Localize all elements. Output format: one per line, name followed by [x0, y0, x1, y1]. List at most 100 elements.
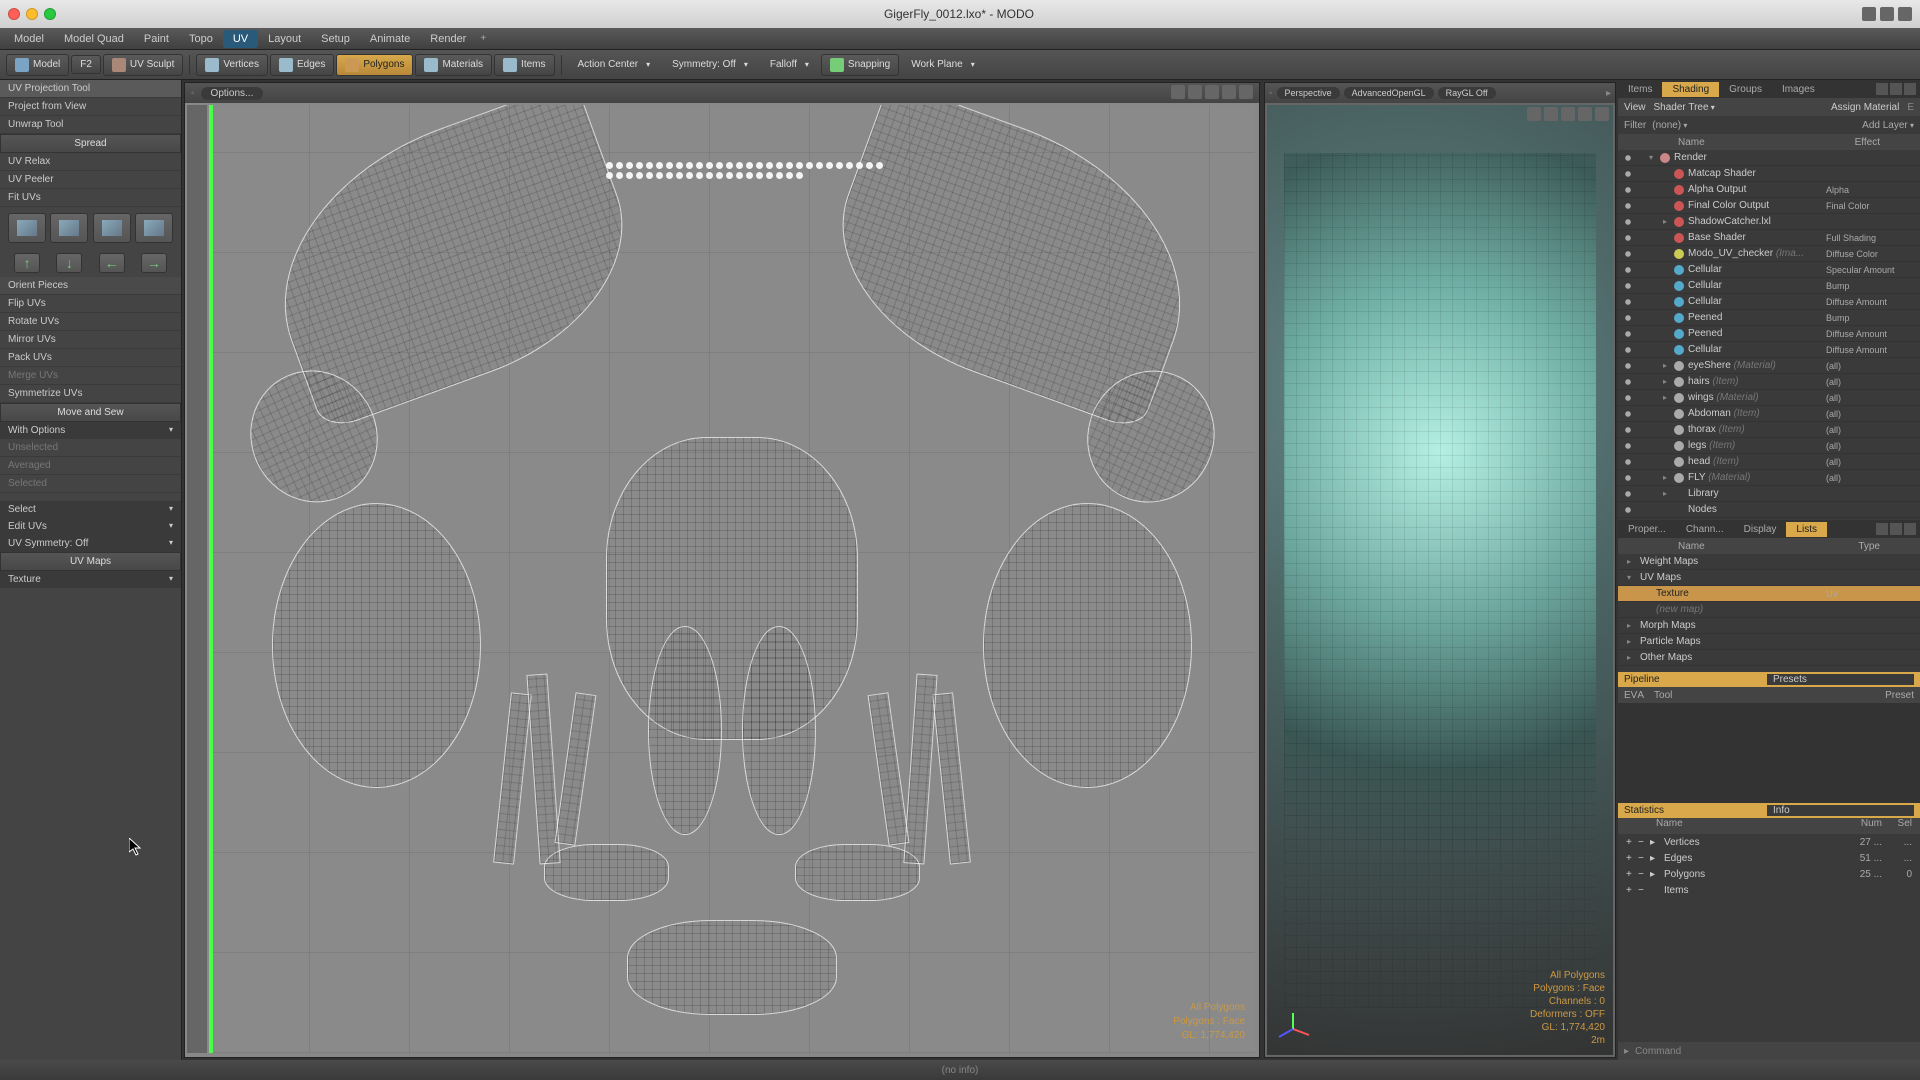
visibility-icon[interactable] — [1622, 264, 1634, 276]
shader-row[interactable]: thorax (Item)(all) — [1618, 422, 1920, 438]
shader-row[interactable]: CellularDiffuse Amount — [1618, 342, 1920, 358]
flip-uvs[interactable]: Flip UVs — [0, 295, 181, 313]
shader-row[interactable]: ▸wings (Material)(all) — [1618, 390, 1920, 406]
visibility-icon[interactable] — [1622, 248, 1634, 260]
mirror-uvs[interactable]: Mirror UVs — [0, 331, 181, 349]
add-layer-dropdown[interactable]: Add Layer — [1862, 120, 1914, 131]
uv-options-dropdown[interactable]: Options... — [201, 87, 264, 100]
layout-tab-animate[interactable]: Animate — [360, 30, 420, 48]
tab-images[interactable]: Images — [1772, 82, 1825, 97]
materials-button[interactable]: Materials — [415, 54, 492, 76]
visibility-icon[interactable] — [1622, 232, 1634, 244]
shader-row[interactable]: PeenedDiffuse Amount — [1618, 326, 1920, 342]
shader-row[interactable]: ▸ShadowCatcher.lxl — [1618, 214, 1920, 230]
merge-uvs[interactable]: Merge UVs — [0, 367, 181, 385]
list-row[interactable]: ▸Morph Maps — [1618, 618, 1920, 634]
select-dropdown[interactable]: Select — [0, 501, 181, 518]
perspective-viewport[interactable]: ◦ Perspective AdvancedOpenGL RayGL Off ▸ — [1264, 82, 1616, 1058]
symmetrize-uvs[interactable]: Symmetrize UVs — [0, 385, 181, 403]
maximize-icon[interactable] — [1595, 107, 1609, 121]
layout-tab-model-quad[interactable]: Model Quad — [54, 30, 134, 48]
stats-row[interactable]: +−Items — [1618, 882, 1920, 898]
project-from-view[interactable]: Project from View — [0, 98, 181, 116]
tab-proper[interactable]: Proper... — [1618, 522, 1676, 537]
shader-row[interactable]: CellularSpecular Amount — [1618, 262, 1920, 278]
shader-tree[interactable]: ▾RenderMatcap ShaderAlpha OutputAlphaFin… — [1618, 150, 1920, 520]
spread-button[interactable]: Spread — [0, 134, 181, 153]
pipeline-tab[interactable]: Pipeline — [1624, 674, 1765, 685]
window-control-icon[interactable] — [1880, 7, 1894, 21]
visibility-icon[interactable] — [1622, 456, 1634, 468]
fit-icon[interactable] — [1578, 107, 1592, 121]
shader-row[interactable]: legs (Item)(all) — [1618, 438, 1920, 454]
items-button[interactable]: Items — [494, 54, 554, 76]
visibility-icon[interactable] — [1622, 296, 1634, 308]
visibility-icon[interactable] — [1622, 488, 1634, 500]
workplane-dropdown[interactable]: Work Plane — [901, 56, 985, 73]
action-center-dropdown[interactable]: Action Center — [568, 56, 661, 73]
align-tool-3[interactable] — [93, 213, 131, 243]
shader-row[interactable]: ▸Library — [1618, 486, 1920, 502]
pan-icon[interactable] — [1171, 85, 1185, 99]
visibility-icon[interactable] — [1622, 152, 1634, 164]
visibility-icon[interactable] — [1622, 424, 1634, 436]
with-options-dropdown[interactable]: With Options — [0, 422, 181, 439]
polygons-button[interactable]: Polygons — [336, 54, 413, 76]
window-control-icon[interactable] — [1898, 7, 1912, 21]
texture-dropdown[interactable]: Texture — [0, 571, 181, 588]
layout-tab-paint[interactable]: Paint — [134, 30, 179, 48]
lists-tree[interactable]: ▸Weight Maps▾UV MapsTextureUV(new map)▸M… — [1618, 554, 1920, 672]
shader-row[interactable]: ▸hairs (Item)(all) — [1618, 374, 1920, 390]
edit-uvs-dropdown[interactable]: Edit UVs — [0, 518, 181, 535]
stats-row[interactable]: +−▸Edges51 ...... — [1618, 850, 1920, 866]
move-and-sew[interactable]: Move and Sew — [0, 403, 181, 422]
shader-row[interactable]: Final Color OutputFinal Color — [1618, 198, 1920, 214]
edges-button[interactable]: Edges — [270, 54, 334, 76]
persp-shading-dropdown[interactable]: AdvancedOpenGL — [1344, 87, 1434, 99]
persp-canvas[interactable]: All Polygons Polygons : Face Channels : … — [1267, 105, 1613, 1055]
panel-expand-icon[interactable] — [1876, 83, 1888, 95]
shader-row[interactable]: head (Item)(all) — [1618, 454, 1920, 470]
shader-row[interactable]: Base ShaderFull Shading — [1618, 230, 1920, 246]
uv-relax[interactable]: UV Relax — [0, 153, 181, 171]
visibility-icon[interactable] — [1622, 184, 1634, 196]
presets-tab[interactable]: Presets — [1767, 674, 1914, 685]
visibility-icon[interactable] — [1622, 376, 1634, 388]
shader-row[interactable]: Matcap Shader — [1618, 166, 1920, 182]
unwrap-tool[interactable]: Unwrap Tool — [0, 116, 181, 134]
orient-pieces[interactable]: Orient Pieces — [0, 277, 181, 295]
shader-row[interactable]: Modo_UV_checker (Ima...Diffuse Color — [1618, 246, 1920, 262]
layout-tab-render[interactable]: Render — [420, 30, 476, 48]
zoom-window-icon[interactable] — [44, 8, 56, 20]
shader-row[interactable]: PeenedBump — [1618, 310, 1920, 326]
shader-row[interactable]: ▸eyeShere (Material)(all) — [1618, 358, 1920, 374]
zoom-icon[interactable] — [1188, 85, 1202, 99]
mode-button[interactable]: Model — [6, 54, 69, 76]
shader-row[interactable]: ▾Render — [1618, 150, 1920, 166]
axis-gizmo-icon[interactable] — [1275, 1011, 1311, 1047]
tab-chann[interactable]: Chann... — [1676, 522, 1734, 537]
rotate-uvs[interactable]: Rotate UVs — [0, 313, 181, 331]
visibility-icon[interactable] — [1622, 408, 1634, 420]
persp-raygl-dropdown[interactable]: RayGL Off — [1438, 87, 1496, 99]
visibility-icon[interactable] — [1622, 280, 1634, 292]
list-row[interactable]: (new map) — [1618, 602, 1920, 618]
pan-icon[interactable] — [1544, 107, 1558, 121]
visibility-icon[interactable] — [1622, 328, 1634, 340]
tab-items[interactable]: Items — [1618, 82, 1662, 97]
visibility-icon[interactable] — [1622, 312, 1634, 324]
align-tool-1[interactable] — [8, 213, 46, 243]
panel-gear-icon[interactable] — [1890, 523, 1902, 535]
visibility-icon[interactable] — [1622, 472, 1634, 484]
stats-row[interactable]: +−▸Polygons25 ...0 — [1618, 866, 1920, 882]
symmetry-dropdown[interactable]: Symmetry: Off — [662, 56, 758, 73]
visibility-icon[interactable] — [1622, 440, 1634, 452]
fit-uvs[interactable]: Fit UVs — [0, 189, 181, 207]
filter-dropdown[interactable]: (none) — [1652, 120, 1856, 131]
assign-material-button[interactable]: Assign Material — [1831, 102, 1899, 113]
list-row[interactable]: ▸Particle Maps — [1618, 634, 1920, 650]
stats-row[interactable]: +−▸Vertices27 ...... — [1618, 834, 1920, 850]
list-row[interactable]: ▸Other Maps — [1618, 650, 1920, 666]
orbit-icon[interactable] — [1527, 107, 1541, 121]
persp-mode-dropdown[interactable]: Perspective — [1277, 87, 1340, 99]
